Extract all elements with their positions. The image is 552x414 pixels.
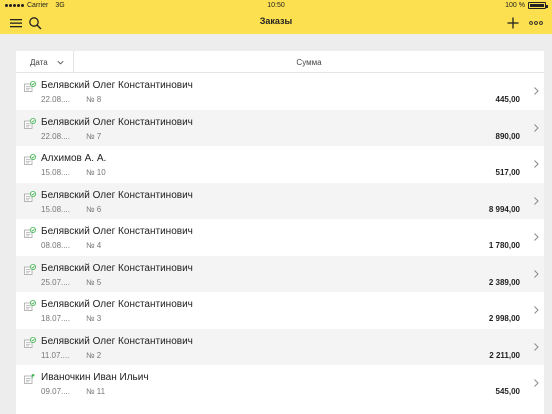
chevron-right-icon [532,196,540,206]
chevron-right-icon [532,123,540,133]
order-amount: 445,00 [495,95,520,104]
order-number: № 7 [86,131,102,141]
customer-name: Белявский Олег Константинович [41,80,193,91]
orders-list: Дата Сумма Белявский Олег Константинович… [16,51,544,414]
table-header: Дата Сумма [16,51,544,73]
order-amount: 2 998,00 [488,314,520,323]
status-bar: Carrier 3G 10:50 100 % [0,0,552,12]
order-amount: 890,00 [495,131,520,141]
add-button[interactable] [505,15,521,31]
table-row[interactable]: Иваночкин Иван Ильич 09.07.... № 11 545,… [16,365,544,402]
more-button[interactable] [528,15,544,31]
orders-rows: Белявский Олег Константинович 22.08.... … [16,73,544,402]
order-number: № 10 [86,168,106,177]
order-date: 22.08.... [41,131,70,141]
chevron-down-icon [57,60,64,64]
column-header-sum: Сумма [296,57,322,67]
customer-name: Белявский Олег Константинович [41,299,193,310]
date-sort-button[interactable]: Дата [16,51,74,73]
doc-check-icon [24,300,36,311]
chevron-right-icon [532,342,540,352]
customer-name: Иваночкин Иван Ильич [41,372,149,383]
plus-icon [507,17,519,29]
chevron-right-icon [532,269,540,279]
table-row[interactable]: Белявский Олег Константинович 25.07.... … [16,255,544,292]
order-amount: 2 211,00 [489,350,520,360]
order-number: № 3 [86,314,102,323]
order-date: 15.08.... [41,168,70,177]
chevron-right-icon [532,232,540,242]
order-date: 18.07.... [41,314,70,323]
customer-name: Белявский Олег Константинович [41,189,193,201]
doc-check-icon [24,81,36,92]
order-amount: 2 389,00 [488,277,520,287]
order-number: № 11 [86,387,106,396]
status-right: 100 % [505,2,548,9]
table-row[interactable]: Белявский Олег Константинович 22.08.... … [16,73,544,110]
order-number: № 4 [86,241,102,250]
status-time: 10:50 [267,2,285,9]
order-number: № 6 [86,204,102,214]
chevron-right-icon [532,86,540,96]
table-row[interactable]: Белявский Олег Константинович 18.07.... … [16,292,544,329]
customer-name: Алхимов А. А. [41,153,107,164]
customer-name: Белявский Олег Константинович [41,116,193,128]
order-number: № 2 [86,350,102,360]
doc-flag-icon [24,373,36,384]
page-title: Заказы [259,16,293,26]
table-row[interactable]: Белявский Олег Константинович 11.07.... … [16,328,544,365]
nav-bar: Заказы [0,12,552,34]
order-amount: 8 994,00 [488,204,520,214]
table-row[interactable]: Белявский Олег Константинович 08.08.... … [16,219,544,256]
order-amount: 517,00 [495,168,520,177]
doc-check-icon [24,117,36,129]
chevron-right-icon [532,159,540,169]
chevron-right-icon [532,305,540,315]
order-date: 09.07.... [41,387,70,396]
order-number: № 5 [86,277,102,287]
chevron-right-icon [532,378,540,388]
customer-name: Белявский Олег Константинович [41,262,193,274]
order-date: 15.08.... [41,204,70,214]
table-row[interactable]: Алхимов А. А. 15.08.... № 10 517,00 [16,146,544,183]
order-amount: 545,00 [495,387,520,396]
order-date: 08.08.... [41,241,70,250]
order-amount: 1 780,00 [488,241,520,250]
doc-check-icon [24,336,36,348]
order-date: 25.07.... [41,277,70,287]
order-date: 22.08.... [41,95,70,104]
doc-check-icon [24,154,36,165]
table-row[interactable]: Белявский Олег Константинович 15.08.... … [16,182,544,219]
more-dots-icon [529,21,543,25]
order-date: 11.07.... [41,350,70,360]
order-number: № 8 [86,95,102,104]
customer-name: Белявский Олег Константинович [41,335,193,347]
doc-check-icon [24,190,36,202]
table-row[interactable]: Белявский Олег Константинович 22.08.... … [16,109,544,146]
customer-name: Белявский Олег Константинович [41,226,193,237]
doc-check-icon [24,227,36,238]
column-header-date: Дата [30,57,48,67]
battery-label: 100 % [505,2,525,9]
battery-icon [528,2,548,9]
doc-check-icon [24,263,36,275]
